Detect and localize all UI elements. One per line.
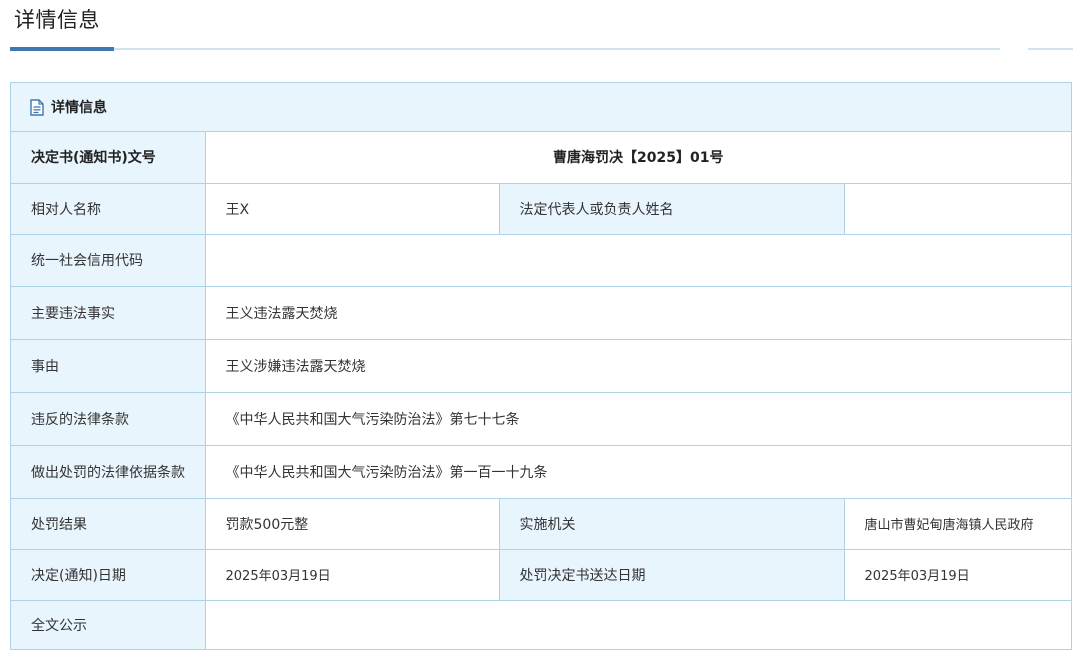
panel-title: 详情信息: [51, 100, 107, 116]
party-name-value: 王X: [204, 182, 500, 235]
detail-panel: 详情信息 决定书(通知书)文号 曹唐海罚决【2025】01号 相对人名称 王X …: [10, 82, 1072, 650]
title-underline-right: [1028, 48, 1073, 50]
cause-label: 事由: [11, 338, 206, 393]
detail-table: 决定书(通知书)文号 曹唐海罚决【2025】01号 相对人名称 王X 法定代表人…: [11, 132, 1071, 649]
table-row: 主要违法事实 王义违法露天焚烧: [11, 285, 1071, 340]
table-row: 决定书(通知书)文号 曹唐海罚决【2025】01号: [11, 132, 1071, 184]
full-text-value: [204, 599, 1071, 649]
penalty-result-label: 处罚结果: [11, 497, 206, 550]
table-row: 做出处罚的法律依据条款 《中华人民共和国大气污染防治法》第一百一十九条: [11, 444, 1071, 499]
panel-header: 详情信息: [11, 83, 1071, 132]
credit-code-value: [204, 233, 1071, 287]
violated-law-label: 违反的法律条款: [11, 391, 206, 446]
table-row: 统一社会信用代码: [11, 233, 1071, 287]
page-title: 详情信息: [14, 8, 100, 32]
agency-value: 唐山市曹妃甸唐海镇人民政府: [843, 497, 1071, 550]
legal-rep-value: [843, 182, 1071, 235]
penalty-basis-label: 做出处罚的法律依据条款: [11, 444, 206, 499]
table-row: 决定(通知)日期 2025年03月19日 处罚决定书送达日期 2025年03月1…: [11, 548, 1071, 601]
title-underline: [10, 48, 1000, 50]
party-name-label: 相对人名称: [11, 182, 206, 235]
document-icon: [30, 98, 44, 116]
violated-law-value: 《中华人民共和国大气污染防治法》第七十七条: [204, 391, 1071, 446]
title-underline-accent: [10, 47, 114, 51]
table-row: 事由 王义涉嫌违法露天焚烧: [11, 338, 1071, 393]
penalty-basis-value: 《中华人民共和国大气污染防治法》第一百一十九条: [204, 444, 1071, 499]
decision-no-label: 决定书(通知书)文号: [11, 132, 206, 184]
delivery-date-label: 处罚决定书送达日期: [498, 548, 845, 601]
penalty-result-value: 罚款500元整: [204, 497, 500, 550]
table-row: 相对人名称 王X 法定代表人或负责人姓名: [11, 182, 1071, 235]
table-row: 全文公示: [11, 599, 1071, 649]
legal-rep-label: 法定代表人或负责人姓名: [498, 182, 845, 235]
agency-label: 实施机关: [498, 497, 845, 550]
cause-value: 王义涉嫌违法露天焚烧: [204, 338, 1071, 393]
main-facts-value: 王义违法露天焚烧: [204, 285, 1071, 340]
decision-no-value: 曹唐海罚决【2025】01号: [204, 132, 1071, 184]
decision-date-label: 决定(通知)日期: [11, 548, 206, 601]
decision-date-value: 2025年03月19日: [204, 548, 500, 601]
main-facts-label: 主要违法事实: [11, 285, 206, 340]
delivery-date-value: 2025年03月19日: [843, 548, 1071, 601]
full-text-label: 全文公示: [11, 599, 206, 649]
table-row: 处罚结果 罚款500元整 实施机关 唐山市曹妃甸唐海镇人民政府: [11, 497, 1071, 550]
table-row: 违反的法律条款 《中华人民共和国大气污染防治法》第七十七条: [11, 391, 1071, 446]
credit-code-label: 统一社会信用代码: [11, 233, 206, 287]
